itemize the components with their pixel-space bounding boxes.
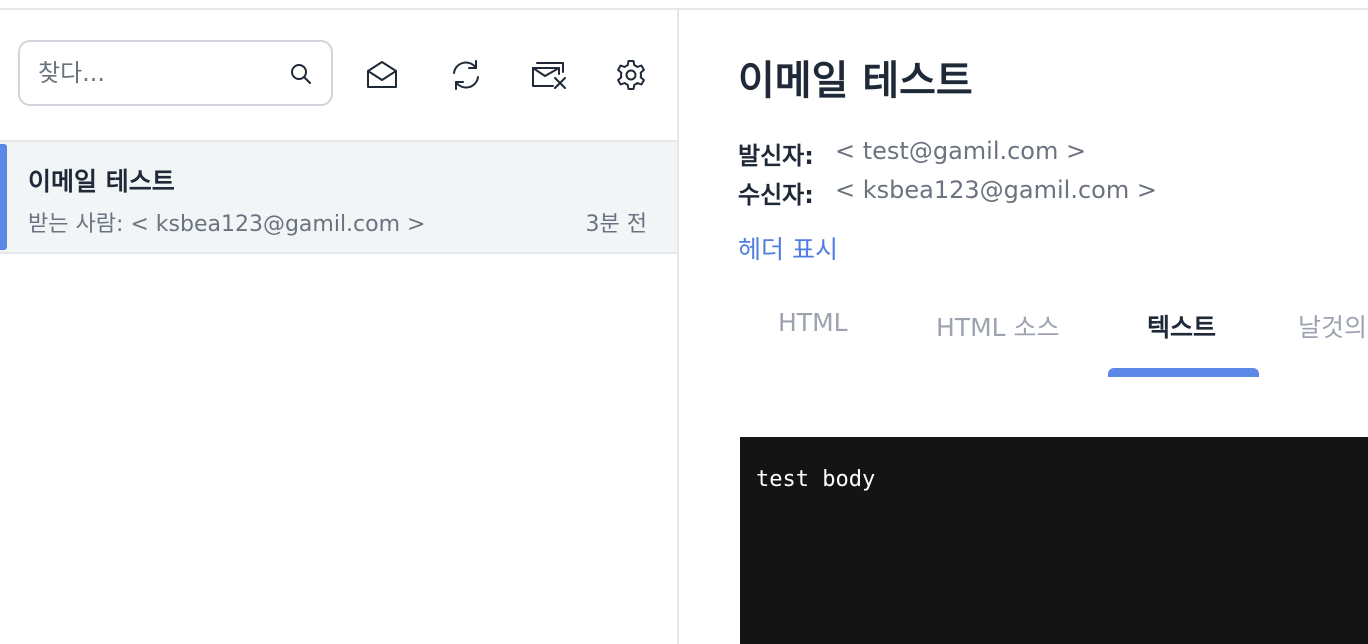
to-value: < ksbea123@gamil.com > (835, 176, 1157, 204)
message-pane: 이메일 테스트 발신자: < test@gamil.com > 수신자: < k… (679, 10, 1368, 644)
mail-list-pane: 이메일 테스트 받는 사람: < ksbea123@gamil.com > 3분… (0, 10, 679, 644)
active-tab-indicator (1108, 368, 1259, 377)
tab-text[interactable]: 텍스트 (1147, 308, 1216, 344)
mail-item-time: 3분 전 (585, 212, 647, 237)
from-label: 발신자: (738, 142, 814, 170)
gear-icon[interactable] (614, 58, 648, 92)
to-label: 수신자: (738, 181, 814, 209)
search-icon[interactable] (289, 62, 313, 86)
mail-item-subject: 이메일 테스트 (28, 167, 175, 196)
message-body-text: test body (756, 467, 876, 492)
envelope-open-icon[interactable] (365, 58, 399, 92)
show-headers-link[interactable]: 헤더 표시 (738, 230, 838, 266)
search-box[interactable] (18, 40, 333, 106)
tab-html[interactable]: HTML (778, 308, 848, 337)
tab-raw[interactable]: 날것의 (1298, 308, 1367, 344)
mail-app: 이메일 테스트 받는 사람: < ksbea123@gamil.com > 3분… (0, 0, 1368, 644)
from-value: < test@gamil.com > (835, 137, 1087, 165)
refresh-icon[interactable] (449, 58, 483, 92)
message-body-panel: test body (740, 437, 1368, 644)
mail-item-recipient: 받는 사람: < ksbea123@gamil.com > (28, 212, 426, 237)
tab-html-source[interactable]: HTML 소스 (936, 308, 1060, 344)
selected-indicator (0, 144, 7, 250)
mail-list-item[interactable]: 이메일 테스트 받는 사람: < ksbea123@gamil.com > 3분… (0, 142, 677, 254)
message-title: 이메일 테스트 (738, 58, 973, 104)
search-input[interactable] (38, 42, 278, 104)
mailbox-clear-icon[interactable] (531, 58, 569, 92)
